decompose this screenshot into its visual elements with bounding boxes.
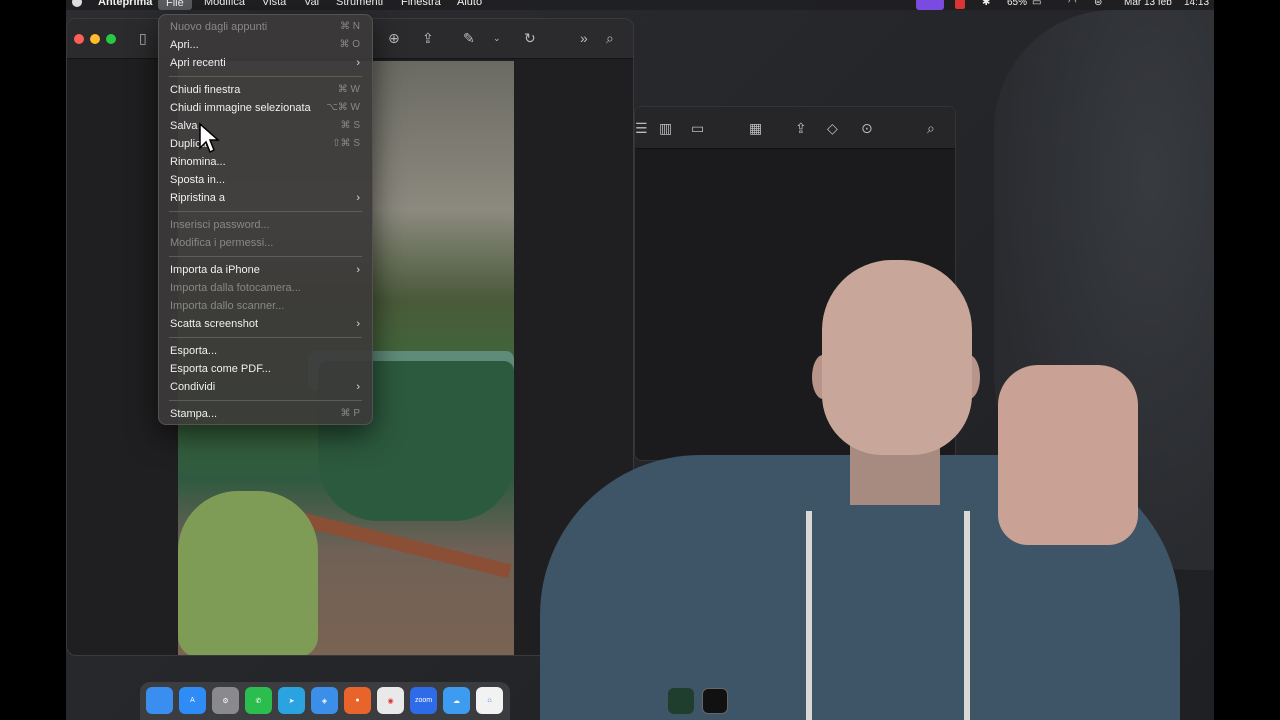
- menu-item-esporta-pdf[interactable]: Esporta come PDF...: [159, 360, 372, 378]
- chrome-icon[interactable]: ◉: [377, 687, 404, 714]
- share-icon[interactable]: ⇪: [422, 30, 434, 46]
- settings-icon[interactable]: ⚙: [212, 687, 239, 714]
- chevron-right-icon: ›: [356, 192, 360, 204]
- menu-vista[interactable]: Vista: [262, 0, 286, 8]
- menu-item-importa-da-iphone[interactable]: Importa da iPhone ›: [159, 261, 372, 279]
- app-green-icon[interactable]: [668, 688, 694, 714]
- tag-icon[interactable]: ◇: [827, 120, 838, 136]
- app-store-icon[interactable]: A: [179, 687, 206, 714]
- webcam-presenter: [520, 255, 1220, 720]
- screen-share-icon[interactable]: [916, 0, 944, 10]
- menu-item-ripristina-a[interactable]: Ripristina a ›: [159, 189, 372, 207]
- zoom-in-icon[interactable]: ⊕: [388, 30, 400, 46]
- background-window-toolbar: ☰ ▥ ▭ ▦ ⇪ ◇ ⊙ ⌕: [635, 107, 955, 149]
- battery-percent: 65%: [1007, 0, 1028, 8]
- sidebar-toggle-icon[interactable]: ▯: [139, 30, 147, 46]
- weather-icon[interactable]: ☁: [443, 687, 470, 714]
- menu-separator: [169, 400, 362, 401]
- safari-icon[interactable]: ◈: [311, 687, 338, 714]
- zoom-window-button[interactable]: [106, 34, 116, 44]
- menu-modifica[interactable]: Modifica: [204, 0, 245, 8]
- search-icon[interactable]: ⌕: [606, 30, 614, 46]
- menu-item-chiudi-immagine[interactable]: Chiudi immagine selezionata ⌥⌘ W: [159, 99, 372, 117]
- letterbox-left: [0, 0, 66, 720]
- zoom-icon[interactable]: zoom: [410, 687, 437, 714]
- menu-file[interactable]: File: [158, 0, 192, 10]
- menu-separator: [169, 211, 362, 212]
- menu-item-importa-scanner: Importa dallo scanner...: [170, 300, 285, 312]
- chevron-right-icon: ›: [356, 57, 360, 69]
- finder-icon[interactable]: [146, 687, 173, 714]
- firefox-icon[interactable]: ●: [344, 687, 371, 714]
- menu-app-name[interactable]: Anteprima: [98, 0, 152, 8]
- wifi-icon[interactable]: ◠: [1068, 0, 1077, 8]
- gallery-view-icon[interactable]: ▭: [691, 120, 704, 136]
- menu-item-salva[interactable]: Salva ⌘ S: [159, 117, 372, 135]
- bluetooth-icon[interactable]: ✱: [982, 0, 990, 8]
- hoodie-cord: [806, 511, 812, 720]
- share-icon[interactable]: ⇪: [795, 120, 807, 136]
- mouse-cursor-icon: [199, 122, 220, 154]
- battery-icon[interactable]: ▭: [1032, 0, 1041, 8]
- menu-aiuto[interactable]: Aiuto: [457, 0, 482, 8]
- rotate-icon[interactable]: ↻: [524, 30, 536, 46]
- chevron-right-icon: ›: [356, 381, 360, 393]
- zoom-label: zoom: [414, 697, 433, 704]
- markup-icon[interactable]: ✎: [463, 30, 475, 46]
- column-view-icon[interactable]: ▥: [659, 120, 672, 136]
- control-center-icon[interactable]: ⊜: [1094, 0, 1102, 8]
- menu-item-apri[interactable]: Apri... ⌘ O: [159, 36, 372, 54]
- menu-finestra[interactable]: Finestra: [401, 0, 441, 8]
- group-icon[interactable]: ▦: [749, 120, 762, 136]
- hoodie-cord: [964, 511, 970, 720]
- menu-item-stampa[interactable]: Stampa... ⌘ P: [159, 405, 372, 423]
- menu-item-rinomina[interactable]: Rinomina...: [159, 153, 372, 171]
- whatsapp-icon[interactable]: ✆: [245, 687, 272, 714]
- search-icon[interactable]: ⌕: [927, 120, 935, 136]
- app-sigma-icon[interactable]: [702, 688, 728, 714]
- chevron-right-icon: ›: [356, 318, 360, 330]
- menubar-time[interactable]: 14:13: [1184, 0, 1209, 8]
- menu-separator: [169, 337, 362, 338]
- cactus: [178, 491, 318, 655]
- presenter-hand: [998, 365, 1138, 545]
- menu-vai[interactable]: Vai: [304, 0, 319, 8]
- file-menu: Nuovo dagli appunti ⌘ N Apri... ⌘ O Apri r…: [158, 14, 373, 425]
- menu-separator: [169, 256, 362, 257]
- dock: A ⚙ ✆ ➤ ◈ ● ◉ zoom ☁ ⌂: [140, 682, 510, 720]
- menu-item-condividi[interactable]: Condividi ›: [159, 378, 372, 396]
- apple-icon[interactable]: [72, 0, 82, 7]
- recording-icon[interactable]: [955, 0, 965, 9]
- menu-item-sposta-in[interactable]: Sposta in...: [159, 171, 372, 189]
- presenter-raised-finger: [1030, 365, 1060, 455]
- menu-item-chiudi-finestra[interactable]: Chiudi finestra ⌘ W: [159, 81, 372, 99]
- menu-strumenti[interactable]: Strumenti: [336, 0, 383, 8]
- menu-item-inserisci-password: Inserisci password...: [170, 219, 270, 231]
- list-view-icon[interactable]: ☰: [635, 120, 648, 136]
- menu-item-modifica-permessi: Modifica i permessi...: [170, 237, 274, 249]
- chevron-down-icon[interactable]: ⌄: [493, 30, 501, 46]
- menu-item-apri-recenti[interactable]: Apri recenti ›: [159, 54, 372, 72]
- menu-item-esporta[interactable]: Esporta...: [159, 342, 372, 360]
- menu-item-importa-fotocamera: Importa dalla fotocamera...: [170, 282, 301, 294]
- close-button[interactable]: [74, 34, 84, 44]
- menu-bar: Anteprima File Modifica Vista Vai Strume…: [66, 0, 1214, 10]
- toolbar-overflow-icon[interactable]: »: [580, 30, 588, 46]
- chevron-right-icon: ›: [356, 264, 360, 276]
- menu-item-duplica[interactable]: Duplica ⇧⌘ S: [159, 135, 372, 153]
- minimize-button[interactable]: [90, 34, 100, 44]
- menu-item-scatta-screenshot[interactable]: Scatta screenshot ›: [159, 315, 372, 333]
- menu-separator: [169, 76, 362, 77]
- menubar-date[interactable]: Mar 13 feb: [1124, 0, 1172, 8]
- more-icon[interactable]: ⊙: [861, 120, 873, 136]
- home-icon[interactable]: ⌂: [476, 687, 503, 714]
- dock-right-section: [668, 688, 728, 714]
- menu-item-nuovo-dagli-appunti: Nuovo dagli appunti ⌘ N: [170, 21, 360, 33]
- letterbox-right: [1214, 0, 1280, 720]
- presenter-head: [822, 260, 972, 455]
- telegram-icon[interactable]: ➤: [278, 687, 305, 714]
